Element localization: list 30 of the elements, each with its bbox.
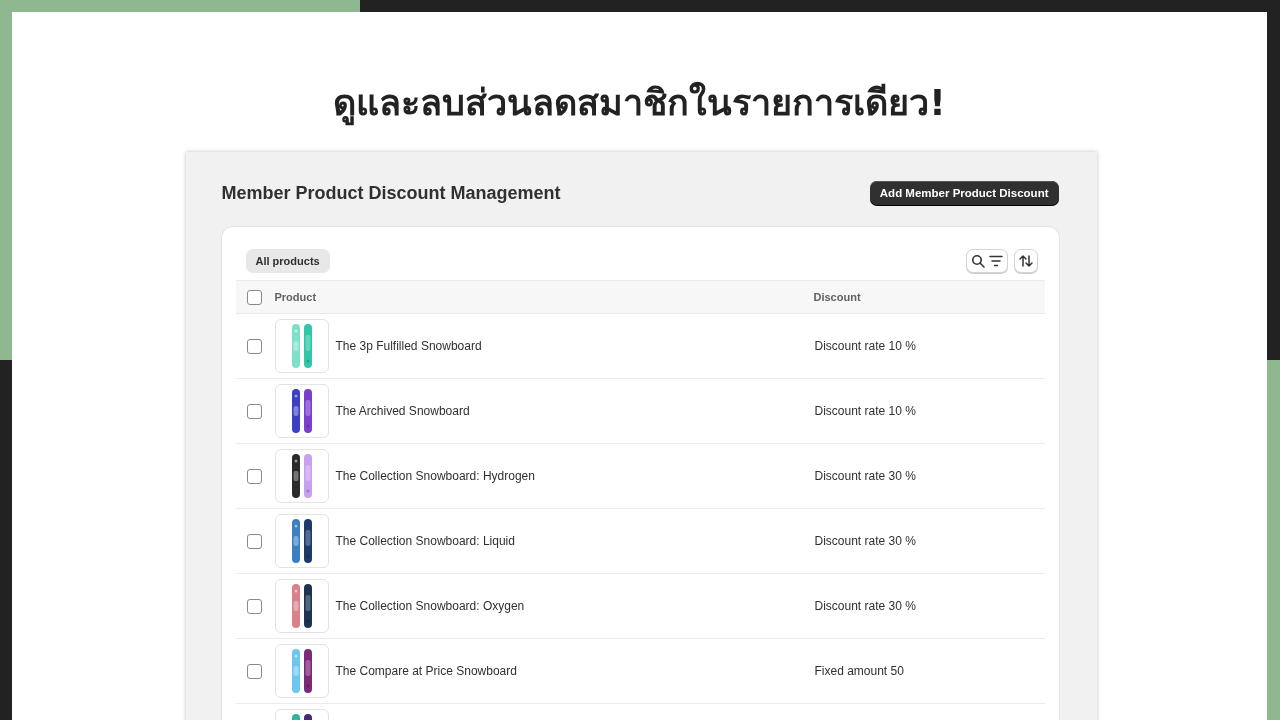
sort-button[interactable] [1013,249,1038,273]
discount-value: Discount rate 30 % [814,599,916,613]
sort-icon [1017,253,1034,269]
discount-value: Discount rate 10 % [814,339,916,353]
add-discount-button[interactable]: Add Member Product Discount [869,181,1059,205]
discount-value: Discount rate 30 % [814,534,916,548]
row-checkbox[interactable] [246,663,262,679]
row-checkbox[interactable] [246,403,262,419]
filter-tab[interactable]: All products [245,249,330,273]
product-name: The Archived Snowboard [335,404,471,418]
row-checkbox[interactable] [246,533,262,549]
row-checkbox[interactable] [246,468,262,484]
filter-icon [988,255,1003,267]
headline: ดูและลบส่วนลดสมาชิกในรายการเดียว! [333,74,946,132]
discount-value: Discount rate 30 % [814,469,916,483]
product-name: The Collection Snowboard: Hydrogen [335,469,536,483]
product-name: The Compare at Price Snowboard [335,664,518,678]
product-name: The Collection Snowboard: Oxygen [335,599,526,613]
column-header: Discount [813,291,861,303]
select-all-checkbox[interactable] [246,289,262,305]
row-checkbox[interactable] [246,598,262,614]
discount-value: Fixed amount 50 [814,664,904,678]
search-icon [970,254,985,268]
discount-value: Discount rate 10 % [814,404,916,418]
product-name: The 3p Fulfilled Snowboard [335,339,483,353]
row-checkbox[interactable] [246,338,262,354]
product-name: The Collection Snowboard: Liquid [335,534,516,548]
search-filter-button[interactable] [965,249,1008,273]
column-header: Product [274,291,318,303]
page-title: Member Product Discount Management [221,182,561,204]
